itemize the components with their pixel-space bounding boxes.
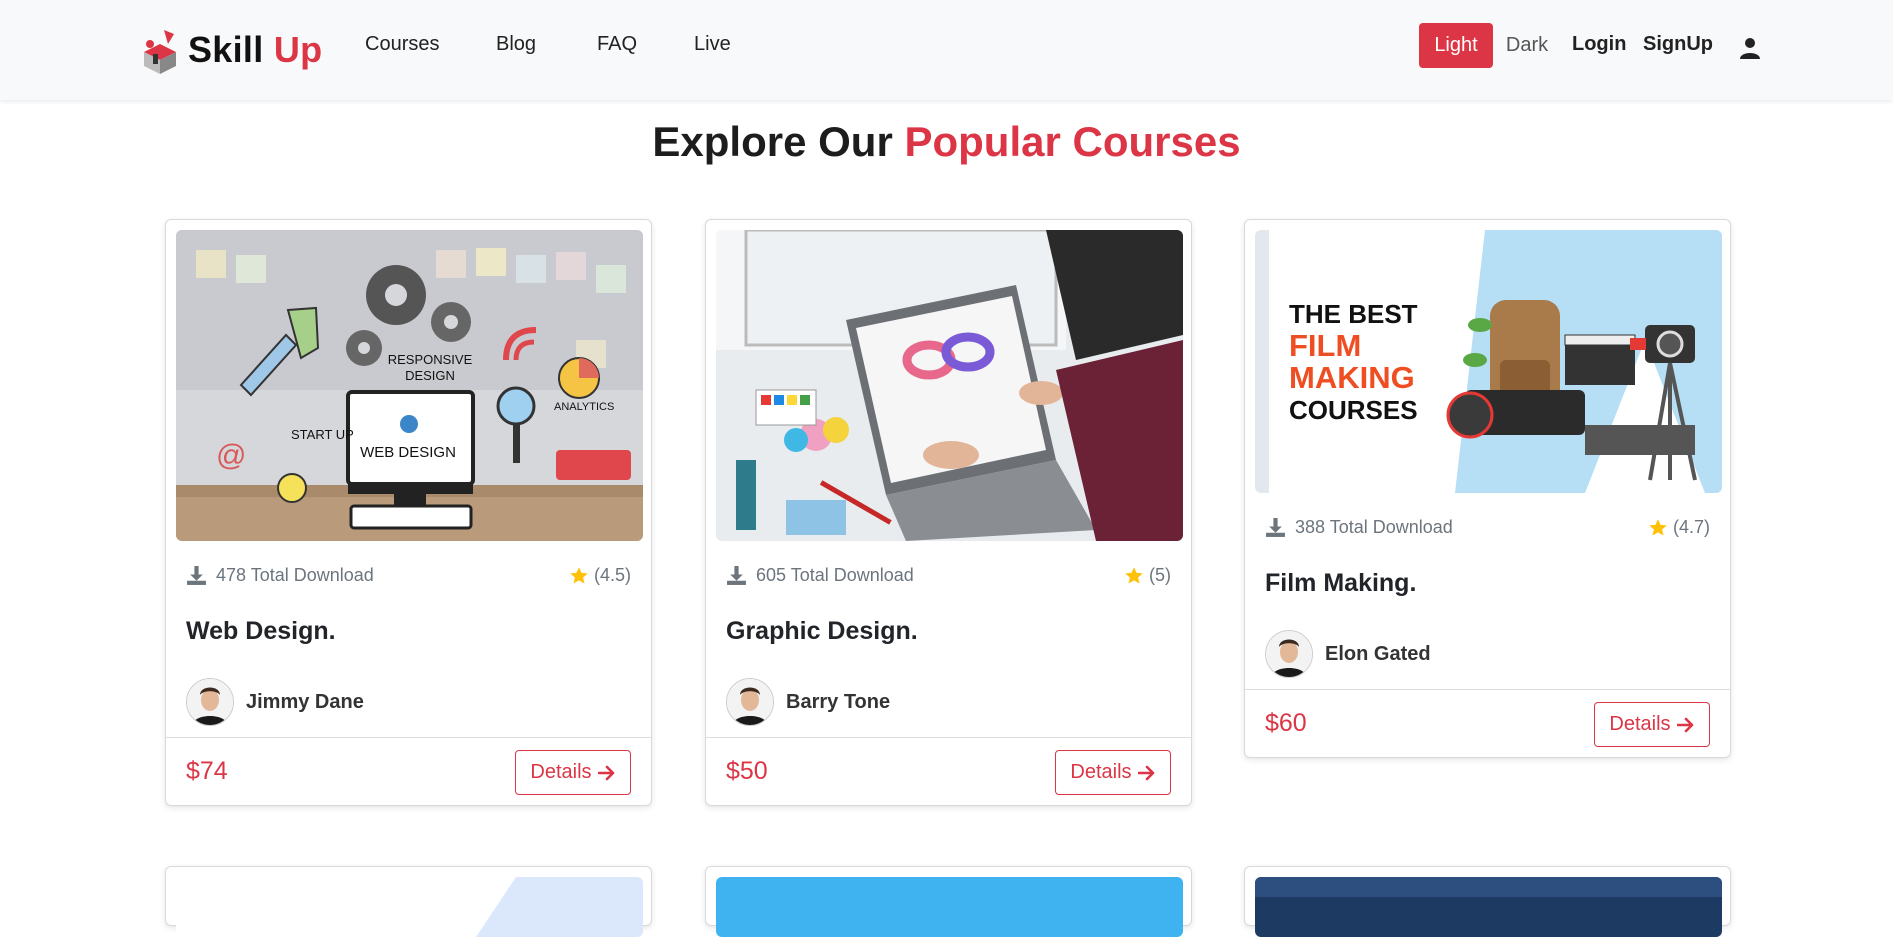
author-name: Barry Tone [786,690,891,713]
course-author: Elon Gated [1265,630,1431,678]
image-label-the-best: THE BEST [1289,299,1418,329]
details-button[interactable]: Details [1594,702,1710,747]
course-image-web-design[interactable]: WEB DESIGN RESPONSIVE DESIGN START UP AN… [176,230,643,541]
details-button[interactable]: Details [515,750,631,795]
download-count: 388 Total Download [1295,517,1453,537]
author-name: Jimmy Dane [246,690,364,713]
course-rating: (5) [1124,565,1171,586]
signup-link[interactable]: SignUp [1643,33,1713,56]
image-label-film: FILM [1289,328,1361,363]
image-label-web-design: WEB DESIGN [360,444,456,461]
image-label-responsive: RESPONSIVE [388,352,473,367]
author-name: Elon Gated [1325,642,1431,665]
course-price: $60 [1265,709,1307,737]
course-title[interactable]: Graphic Design. [726,617,918,646]
user-icon[interactable] [1738,36,1762,60]
card-footer: $50 Details [706,737,1191,808]
image-label-start-up: START UP [291,427,354,442]
avatar [186,678,234,726]
download-count: 605 Total Download [756,565,914,585]
course-image-partial[interactable] [716,877,1183,937]
details-button[interactable]: Details [1055,750,1171,795]
navbar: Skill Up Courses Blog FAQ Live Light Dar… [0,0,1893,100]
download-icon [727,566,746,585]
avatar [1265,630,1313,678]
course-image-partial[interactable] [176,877,643,937]
course-image-partial[interactable] [1255,877,1722,937]
course-meta: 478 Total Download (4.5) [186,564,631,588]
brand-logo-link[interactable]: Skill Up [138,22,322,78]
download-icon [187,566,206,585]
image-label-courses: COURSES [1289,395,1418,425]
course-card-partial [705,866,1192,937]
course-card-partial [165,866,652,937]
course-title[interactable]: Film Making. [1265,569,1416,598]
image-label-analytics: ANALYTICS [554,401,614,413]
course-title[interactable]: Web Design. [186,617,336,646]
course-card-web-design: WEB DESIGN RESPONSIVE DESIGN START UP AN… [165,219,652,806]
course-rating: (4.7) [1648,517,1710,538]
download-count: 478 Total Download [216,565,374,585]
card-footer: $60 Details [1245,689,1730,760]
course-card-film-making: THE BEST FILM MAKING COURSES 388 Total D… [1244,219,1731,758]
image-label-design: DESIGN [405,368,455,383]
course-card-partial [1244,866,1731,937]
arrow-right-icon [597,765,614,780]
star-icon [1649,518,1667,535]
brand-name: Skill Up [188,29,323,70]
star-icon [1125,566,1143,583]
course-card-graphic-design: 605 Total Download (5) Graphic Design. B… [705,219,1192,806]
nav-link-blog[interactable]: Blog [496,33,536,56]
dark-mode-button[interactable]: Dark [1496,23,1558,68]
section-title: Explore Our Popular Courses [652,118,1241,165]
course-author: Barry Tone [726,678,890,726]
nav-link-courses[interactable]: Courses [365,33,439,56]
light-mode-button[interactable]: Light [1419,23,1493,68]
nav-link-faq[interactable]: FAQ [597,33,637,56]
course-rating: (4.5) [569,565,631,586]
login-link[interactable]: Login [1572,33,1626,56]
star-icon [570,566,588,583]
course-image-film-making[interactable]: THE BEST FILM MAKING COURSES [1255,230,1722,493]
svg-text:@: @ [216,439,246,472]
course-meta: 605 Total Download (5) [726,564,1171,588]
card-footer: $74 Details [166,737,651,808]
course-price: $74 [186,757,228,785]
image-label-making: MAKING [1289,360,1415,395]
arrow-right-icon [1137,765,1154,780]
course-image-graphic-design[interactable] [716,230,1183,541]
nav-link-live[interactable]: Live [694,33,731,56]
arrow-right-icon [1676,717,1693,732]
download-icon [1266,518,1285,537]
avatar [726,678,774,726]
course-meta: 388 Total Download (4.7) [1265,516,1710,540]
course-author: Jimmy Dane [186,678,364,726]
course-price: $50 [726,757,768,785]
brand-logo-icon [144,30,176,74]
